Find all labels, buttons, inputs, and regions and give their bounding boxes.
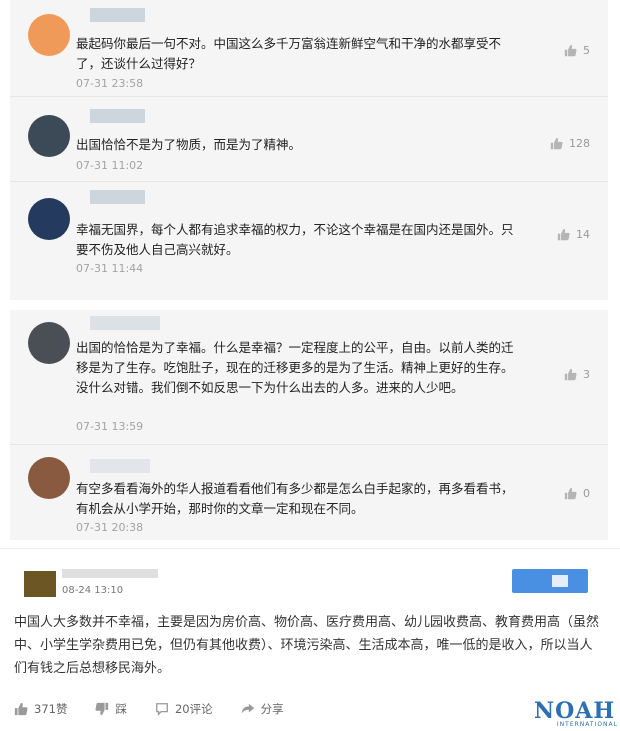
post-actions: 371赞 踩 20评论 分享 — [14, 701, 284, 717]
post-text: 中国人大多数并不幸福，主要是因为房价高、物价高、医疗费用高、幼儿园收费高、教育费… — [14, 615, 600, 676]
avatar[interactable] — [28, 457, 70, 499]
username-blur[interactable] — [90, 459, 150, 473]
like-button[interactable]: 14 — [557, 228, 590, 241]
comment-time: 07-31 13:59 — [76, 420, 144, 433]
comment-panel-1: 最起码你最后一句不对。中国这么多千万富翁连新鲜空气和干净的水都享受不了，还谈什么… — [10, 0, 608, 300]
like-button[interactable]: 0 — [564, 487, 590, 500]
follow-button[interactable] — [512, 569, 588, 593]
comment-item: 出国恰恰不是为了物质，而是为了精神。 07-31 11:02 128 — [10, 97, 608, 181]
section-gap — [0, 300, 620, 310]
post-date: 08-24 13:10 — [62, 585, 124, 596]
comment-text: 有空多看看海外的华人报道看看他们有多少都是怎么白手起家的，再多看看书，有机会从小… — [76, 481, 514, 516]
comment-label: 20评论 — [174, 702, 213, 716]
username-blur[interactable] — [90, 109, 145, 123]
share-button[interactable]: 分享 — [241, 701, 284, 717]
comment-panel-2: 出国的恰恰是为了幸福。什么是幸福？一定程度上的公平，自由。以前人类的迁移是为了生… — [10, 310, 608, 540]
avatar[interactable] — [28, 14, 70, 56]
comment-item: 最起码你最后一句不对。中国这么多千万富翁连新鲜空气和干净的水都享受不了，还谈什么… — [10, 0, 608, 96]
avatar[interactable] — [28, 322, 70, 364]
like-count: 3 — [583, 368, 590, 381]
avatar[interactable] — [28, 198, 70, 240]
noah-logo: NOAH INTERNATIONAL — [534, 699, 618, 728]
comment-time: 07-31 11:02 — [76, 159, 144, 172]
comment-item: 出国的恰恰是为了幸福。什么是幸福？一定程度上的公平，自由。以前人类的迁移是为了生… — [10, 310, 608, 444]
comment-icon — [156, 703, 168, 716]
thumbs-up-icon — [564, 368, 577, 381]
button-icon — [552, 575, 568, 587]
username-blur[interactable] — [90, 8, 145, 22]
thumbs-up-icon — [550, 137, 563, 150]
comment-time: 07-31 11:44 — [76, 262, 144, 275]
comment-text: 出国恰恰不是为了物质，而是为了精神。 — [76, 137, 302, 152]
thumbs-down-icon — [95, 702, 109, 716]
like-button[interactable]: 5 — [564, 44, 590, 57]
like-button[interactable]: 128 — [550, 137, 590, 150]
thumbs-up-icon — [564, 487, 577, 500]
username-blur[interactable] — [62, 569, 158, 578]
username-blur[interactable] — [90, 190, 145, 204]
thumbs-up-icon — [557, 228, 570, 241]
like-count: 14 — [576, 228, 590, 241]
comment-button[interactable]: 20评论 — [155, 701, 213, 717]
comment-text: 幸福无国界，每个人都有追求幸福的权力，不论这个幸福是在国内还是国外。只要不伤及他… — [76, 222, 514, 257]
dislike-label: 踩 — [115, 702, 127, 716]
share-icon — [241, 703, 254, 714]
avatar[interactable] — [24, 571, 56, 597]
thumbs-up-icon — [564, 44, 577, 57]
comment-text: 最起码你最后一句不对。中国这么多千万富翁连新鲜空气和干净的水都享受不了，还谈什么… — [76, 36, 502, 71]
comment-text: 出国的恰恰是为了幸福。什么是幸福？一定程度上的公平，自由。以前人类的迁移是为了生… — [76, 340, 514, 395]
like-label: 371赞 — [34, 702, 68, 716]
comment-item: 有空多看看海外的华人报道看看他们有多少都是怎么白手起家的，再多看看书，有机会从小… — [10, 445, 608, 540]
post-card: 08-24 13:10 中国人大多数并不幸福，主要是因为房价高、物价高、医疗费用… — [0, 548, 620, 731]
share-label: 分享 — [260, 702, 284, 716]
like-button[interactable]: 3 — [564, 368, 590, 381]
like-count: 0 — [583, 487, 590, 500]
dislike-button[interactable]: 踩 — [95, 701, 127, 717]
avatar[interactable] — [28, 115, 70, 157]
comment-time: 07-31 20:38 — [76, 521, 144, 534]
like-button[interactable]: 371赞 — [14, 701, 67, 717]
comment-item: 幸福无国界，每个人都有追求幸福的权力，不论这个幸福是在国内还是国外。只要不伤及他… — [10, 182, 608, 300]
comment-time: 07-31 23:58 — [76, 77, 144, 90]
like-count: 5 — [583, 44, 590, 57]
thumbs-up-icon — [14, 702, 28, 716]
like-count: 128 — [569, 137, 590, 150]
logo-word: NOAH — [534, 698, 616, 724]
username-blur[interactable] — [90, 316, 160, 330]
